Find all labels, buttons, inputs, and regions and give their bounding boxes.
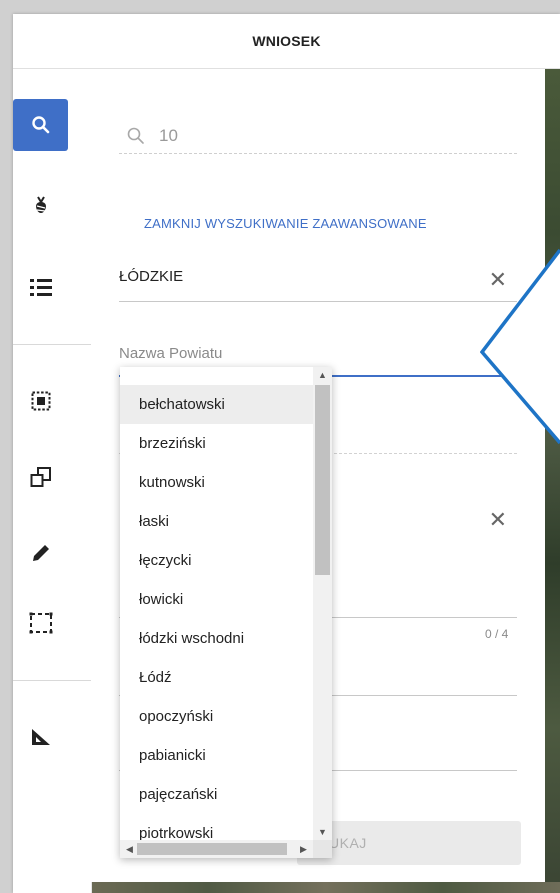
list-icon [30,279,52,296]
char-counter: 0 / 4 [485,627,509,641]
window-title: WNIOSEK [13,14,560,69]
ruler-triangle-icon [32,729,50,745]
dashed-rect-tool-button[interactable] [23,605,59,641]
county-option[interactable]: pajęczański [120,775,313,814]
vertical-scrollbar[interactable]: ▲ ▼ [313,367,332,840]
tooltip-pointer [480,248,560,445]
pencil-icon [33,545,49,561]
scroll-down-icon[interactable]: ▼ [313,824,332,840]
pencil-tool-button[interactable] [23,535,59,571]
map-view[interactable] [545,69,560,893]
search-field[interactable]: 10 [119,119,517,154]
county-option[interactable]: kutnowski [120,463,313,502]
county-option[interactable]: bełchatowski [120,385,313,424]
county-option[interactable]: piotrkowski [120,814,313,840]
search-tool-button[interactable] [13,99,68,151]
dashed-rect-icon [29,612,53,634]
map-view-strip[interactable] [91,882,560,893]
vertical-scroll-thumb[interactable] [315,385,330,575]
scroll-up-icon[interactable]: ▲ [313,367,332,383]
county-option[interactable]: Łódź [120,658,313,697]
copy-shape-icon [30,467,51,487]
voivodeship-value: ŁÓDZKIE [119,268,184,285]
plant-tool-button[interactable] [23,189,59,225]
clear-commune-icon[interactable]: ✕ [489,509,507,531]
scrollbar-corner [313,840,332,858]
search-button-label: UKAJ [329,835,367,851]
measure-tool-button[interactable] [23,719,59,755]
screenshot-frame: WNIOSEK 10 ZAMKNIJ WYSZUKIWANIE ZAAWANSO… [0,0,560,893]
search-icon [31,116,49,134]
list-tool-button[interactable] [23,269,59,305]
county-dropdown[interactable]: bełchatowski brzeziński kutnowski łaski … [120,367,332,858]
toolbar-divider [13,344,91,345]
county-option[interactable]: łęczycki [120,541,313,580]
county-option[interactable]: łaski [120,502,313,541]
horizontal-scroll-thumb[interactable] [137,843,287,855]
county-option[interactable]: opoczyński [120,697,313,736]
select-area-icon [31,391,51,411]
voivodeship-field[interactable]: ŁÓDZKIE ✕ [119,259,517,302]
search-icon [127,127,144,144]
county-option[interactable]: łowicki [120,580,313,619]
county-option[interactable]: łódzki wschodni [120,619,313,658]
county-option[interactable]: pabianicki [120,736,313,775]
search-input-value: 10 [159,126,178,145]
left-toolbar [13,69,92,893]
select-area-tool-button[interactable] [23,383,59,419]
county-options: bełchatowski brzeziński kutnowski łaski … [120,367,313,840]
county-option[interactable]: brzeziński [120,424,313,463]
copy-shape-tool-button[interactable] [23,459,59,495]
plant-icon [36,196,46,213]
close-advanced-search-link[interactable]: ZAMKNIJ WYSZUKIWANIE ZAAWANSOWANE [144,216,427,231]
scroll-right-icon[interactable]: ▶ [294,841,313,857]
county-placeholder: Nazwa Powiatu [119,345,223,362]
horizontal-scrollbar[interactable]: ◀ ▶ [120,840,313,858]
toolbar-divider [13,680,91,681]
